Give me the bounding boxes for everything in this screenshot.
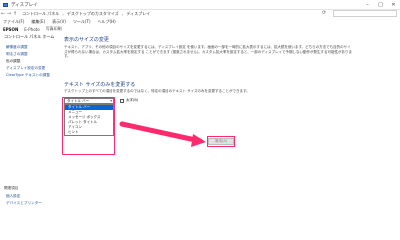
main-content: 表示のサイズの変更 テキスト、アプリ、その他の項目のサイズを変更するには、ディス… (60, 34, 400, 216)
breadcrumb: コントロール パネル › デスクトップのカスタマイズ › ディスプレイ (22, 11, 150, 17)
window-titlebar: ディスプレイ – □ ✕ (0, 0, 400, 10)
related-header: 関連項目 (4, 186, 19, 190)
menu-help[interactable]: ヘルプ(H) (98, 19, 116, 25)
breadcrumb-item[interactable]: ディスプレイ (126, 11, 150, 17)
epson-app[interactable]: E-Photo (24, 27, 39, 32)
sidebar: コントロール パネル ホーム 解像度の調整 明るさの調整 色の調整 ディスプレイ… (0, 34, 60, 216)
menu-file[interactable]: ファイル(F) (3, 19, 24, 25)
sidebar-item-personalize[interactable]: 個人設定 (6, 194, 20, 199)
epson-toolbar: EPSON E-Photo 写真印刷 (0, 26, 400, 32)
up-arrow-icon[interactable]: ↑ (12, 11, 18, 17)
pointer-arrow-icon (119, 121, 206, 147)
sidebar-item-cleartype[interactable]: ClearType テキストの調整 (6, 73, 50, 78)
window-controls: – □ ✕ (361, 0, 400, 9)
minimize-button[interactable]: – (361, 0, 374, 9)
epson-logo: EPSON (3, 26, 19, 32)
menu-view[interactable]: 表示(V) (52, 19, 66, 25)
window-title: ディスプレイ (11, 2, 38, 8)
sidebar-item-display-settings[interactable]: ディスプレイ設定の変更 (6, 66, 45, 71)
breadcrumb-item[interactable]: デスクトップのカスタマイズ (67, 11, 119, 17)
close-button[interactable]: ✕ (387, 0, 400, 9)
sidebar-item-resolution[interactable]: 解像度の調整 (6, 45, 28, 50)
breadcrumb-item[interactable]: コントロール パネル (22, 11, 59, 17)
maximize-button[interactable]: □ (374, 0, 387, 9)
chevron-right-icon: › (121, 11, 124, 17)
display-icon (3, 2, 8, 7)
sidebar-item-color[interactable]: 色の調整 (6, 59, 20, 64)
address-bar: ← → ↑ コントロール パネル › デスクトップのカスタマイズ › ディスプレ… (0, 10, 400, 18)
sidebar-home-link[interactable]: コントロール パネル ホーム (4, 34, 54, 40)
menu-tools[interactable]: ツール(T) (73, 19, 91, 25)
refresh-icon[interactable]: ⟳ (322, 10, 328, 16)
sidebar-item-devices[interactable]: デバイスとプリンター (6, 201, 42, 206)
menu-bar: ファイル(F) 編集(E) 表示(V) ツール(T) ヘルプ(H) (0, 19, 400, 25)
chevron-right-icon: › (62, 11, 64, 17)
epson-print[interactable]: 写真印刷 (46, 26, 62, 32)
sidebar-item-brightness[interactable]: 明るさの調整 (6, 52, 28, 57)
search-input[interactable] (333, 10, 397, 17)
menu-edit[interactable]: 編集(E) (31, 19, 45, 25)
